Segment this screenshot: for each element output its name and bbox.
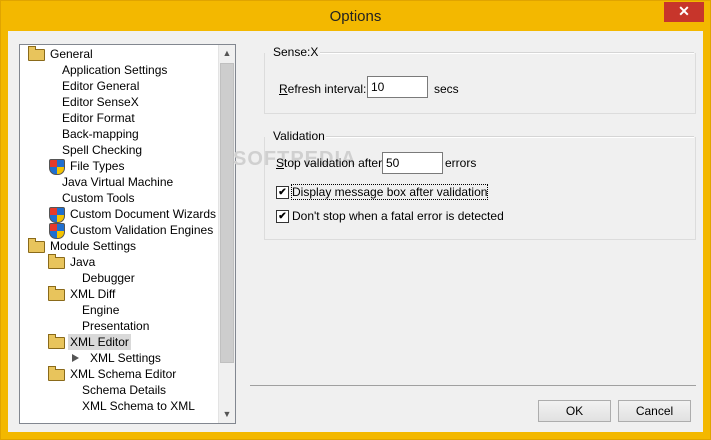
bottom-separator — [250, 385, 696, 386]
tree-item-label: Presentation — [82, 319, 150, 333]
folder-icon — [48, 254, 65, 270]
tree-item-label: XML Schema Editor — [70, 367, 177, 381]
tree-item[interactable]: Module Settings — [28, 238, 210, 254]
shield-icon — [48, 158, 65, 175]
tree-item-label: Engine — [82, 303, 120, 317]
refresh-interval-input[interactable] — [367, 76, 428, 98]
arrow-icon — [68, 350, 84, 366]
tree-item[interactable]: Editor SenseX — [48, 94, 210, 110]
tree-item[interactable]: XML Diff — [48, 286, 210, 302]
dont-stop-fatal-checkbox[interactable]: ✔ — [276, 210, 289, 223]
tree-item[interactable]: Custom Validation Engines — [48, 222, 213, 239]
options-tree[interactable]: General Application Settings Editor Genera… — [19, 44, 236, 424]
tree-item[interactable]: Custom Tools — [48, 190, 210, 206]
tree-item[interactable]: Java Virtual Machine — [48, 174, 210, 190]
tree-item[interactable]: Editor Format — [48, 110, 210, 126]
tree-item[interactable]: XML Settings — [68, 350, 210, 366]
tree-item-label: XML Settings — [90, 351, 161, 365]
dialog-client-area: General Application Settings Editor Genera… — [8, 31, 703, 432]
tree-item-label: Custom Document Wizards — [70, 207, 217, 221]
tree-item-label: Editor SenseX — [62, 95, 139, 109]
tree-item-label: Back-mapping — [62, 127, 139, 141]
close-icon: ✕ — [678, 3, 690, 19]
close-button[interactable]: ✕ — [664, 2, 704, 22]
tree-item-label: General — [50, 47, 93, 61]
tree-item-label: Application Settings — [62, 63, 168, 77]
tree-item-label: Module Settings — [50, 239, 137, 253]
scroll-thumb[interactable] — [220, 63, 234, 363]
tree-item-label: XML Editor — [68, 334, 131, 350]
tree-item[interactable]: Engine — [68, 302, 210, 318]
tree-item[interactable]: Application Settings — [48, 62, 210, 78]
tree-item-label: File Types — [70, 159, 125, 173]
tree-item[interactable]: Debugger — [68, 270, 210, 286]
tree-item-label: Schema Details — [82, 383, 167, 397]
tree-item-label: Spell Checking — [62, 143, 143, 157]
tree-item[interactable]: General — [28, 46, 210, 62]
stop-validation-unit: errors — [445, 156, 477, 170]
scroll-up-button[interactable]: ▲ — [219, 45, 235, 62]
tree-item[interactable]: Java — [48, 254, 210, 270]
dont-stop-fatal-label: Don't stop when a fatal error is detecte… — [292, 209, 504, 223]
stop-validation-label: Stop validation after: — [276, 156, 386, 170]
refresh-unit-label: secs — [434, 82, 459, 96]
refresh-interval-label: Refresh interval: — [279, 82, 367, 96]
folder-icon — [48, 366, 65, 382]
tree-scrollbar[interactable]: ▲ ▼ — [218, 45, 235, 423]
tree-item[interactable]: XML Schema Editor — [48, 366, 210, 382]
tree-item-label: Java Virtual Machine — [62, 175, 174, 189]
scroll-down-button[interactable]: ▼ — [219, 406, 235, 423]
options-window: Options ✕ General Application Settings Edi… — [0, 0, 711, 440]
display-message-box-checkbox[interactable]: ✔ — [276, 186, 289, 199]
tree-item[interactable]: XML Schema to XML — [68, 398, 210, 414]
tree-item-label: XML Schema to XML — [82, 399, 195, 413]
tree-item[interactable]: Spell Checking — [48, 142, 210, 158]
shield-icon — [48, 222, 65, 239]
tree-item-label: Custom Validation Engines — [70, 223, 214, 237]
tree-item[interactable]: Back-mapping — [48, 126, 210, 142]
folder-icon — [28, 46, 45, 62]
cancel-button[interactable]: Cancel — [618, 400, 691, 422]
folder-icon — [28, 238, 45, 254]
tree-item-label: Debugger — [82, 271, 135, 285]
tree-item-label: Editor General — [62, 79, 140, 93]
tree-item-label: XML Diff — [70, 287, 116, 301]
display-message-box-label: Display message box after validation — [290, 184, 489, 200]
window-title: Options — [329, 8, 382, 25]
tree-item-label: Java — [70, 255, 96, 269]
dont-stop-fatal-option[interactable]: ✔ Don't stop when a fatal error is detec… — [276, 209, 576, 225]
tree-item[interactable]: Presentation — [68, 318, 210, 334]
display-message-box-option[interactable]: ✔ Display message box after validation — [276, 184, 576, 201]
tree-item[interactable]: File Types — [48, 158, 210, 175]
tree-item[interactable]: XML Editor — [48, 334, 210, 350]
tree-item[interactable]: Custom Document Wizards — [48, 206, 216, 223]
chevron-up-icon: ▲ — [222, 48, 232, 58]
stop-validation-input[interactable] — [382, 152, 443, 174]
tree-item-label: Custom Tools — [62, 191, 135, 205]
tree-item[interactable]: Editor General — [48, 78, 210, 94]
tree-item-label: Editor Format — [62, 111, 135, 125]
title-bar[interactable]: Options ✕ — [1, 1, 710, 31]
folder-icon — [48, 286, 65, 302]
folder-icon — [48, 334, 65, 350]
chevron-down-icon: ▼ — [222, 409, 232, 419]
shield-icon — [48, 206, 65, 223]
tree-item[interactable]: Schema Details — [68, 382, 210, 398]
ok-button[interactable]: OK — [538, 400, 611, 422]
